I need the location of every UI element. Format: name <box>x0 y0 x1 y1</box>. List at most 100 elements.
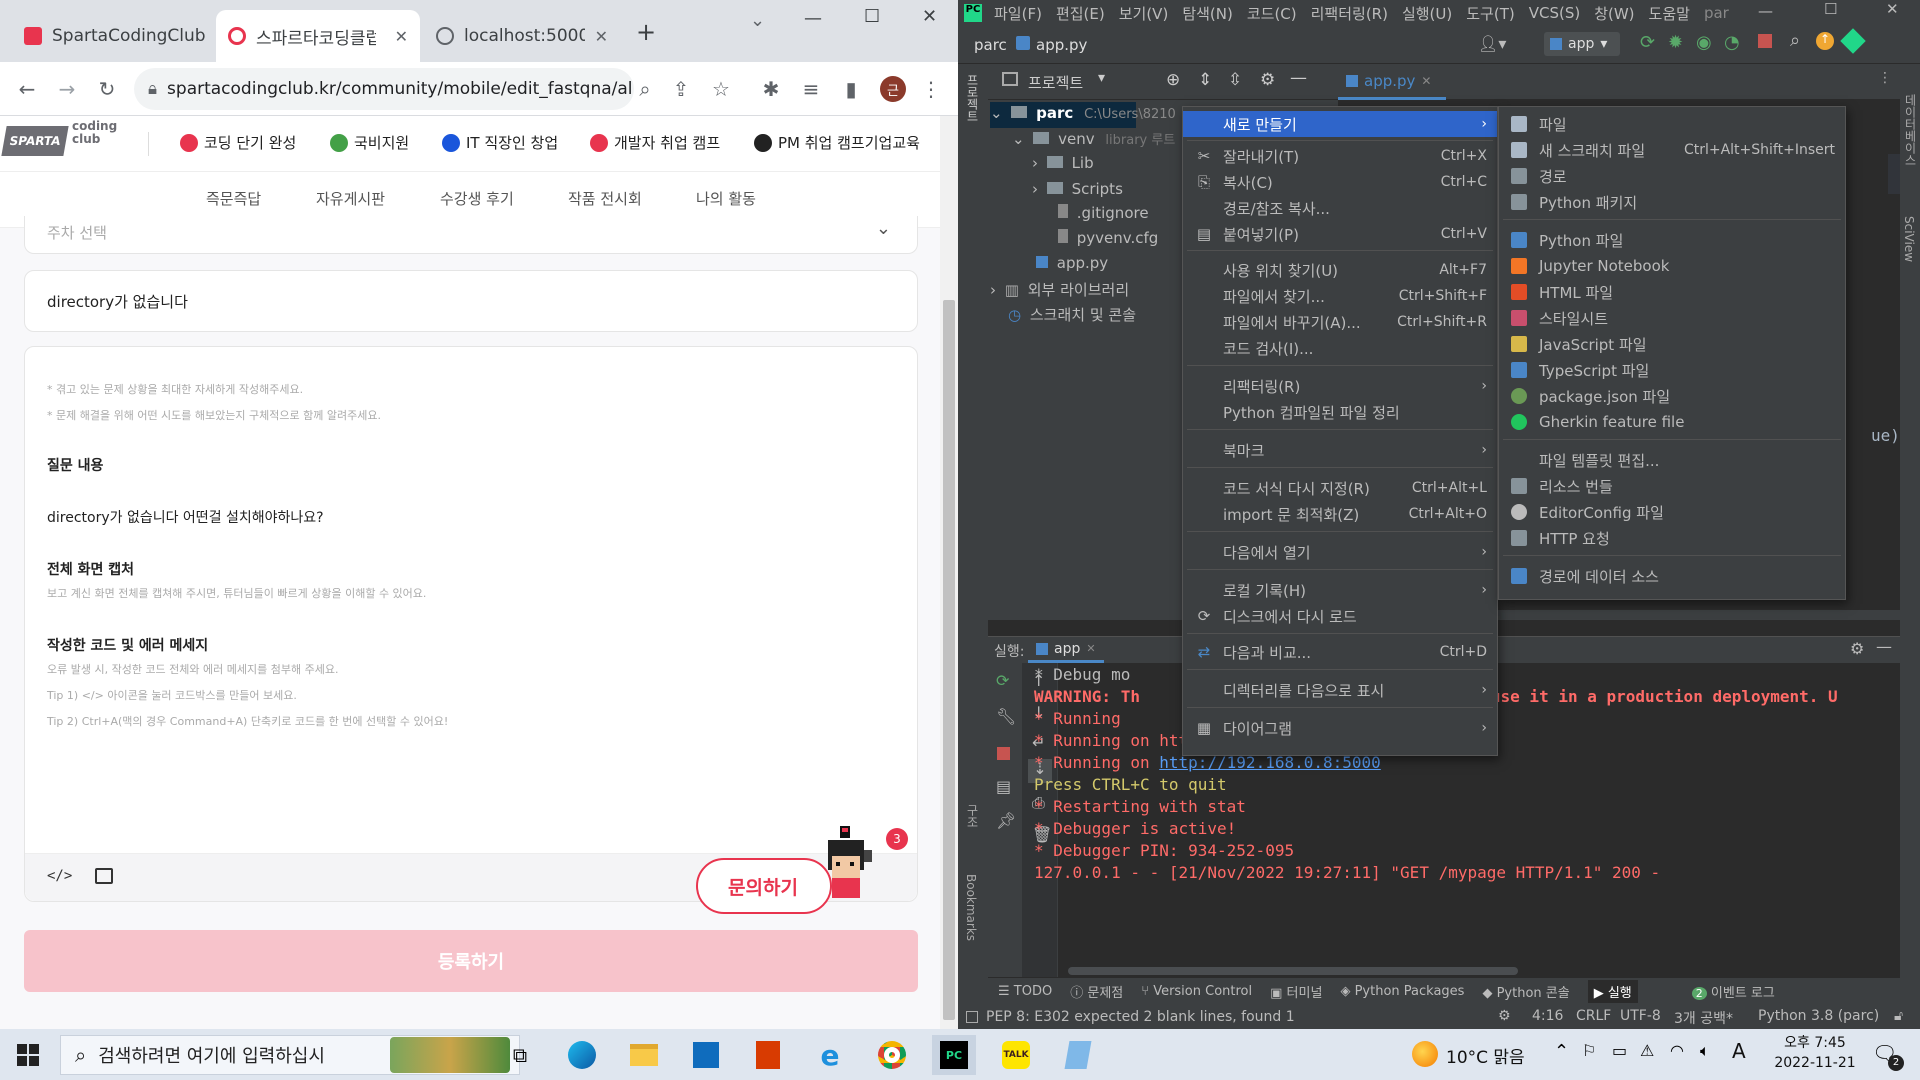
address-bar[interactable]: 🔒︎ spartacodingclub.kr/community/mobile/… <box>134 68 634 110</box>
star-icon[interactable]: ☆ <box>704 72 738 106</box>
search-icon[interactable]: ⌕ <box>628 72 662 106</box>
menu-item-open-in[interactable]: 다음에서 열기 › <box>1183 539 1497 565</box>
breadcrumb-file[interactable]: app.py <box>1036 36 1087 54</box>
tab-event-log[interactable]: 2 이벤트 로그 <box>1691 982 1775 1001</box>
forward-icon[interactable]: → <box>50 72 84 106</box>
menu-navigate[interactable]: 탐색(N) <box>1182 3 1233 24</box>
pin-icon[interactable]: 📌︎ <box>996 811 1016 830</box>
stop-icon[interactable] <box>997 747 1010 760</box>
subnav-my-activity[interactable]: 나의 활동 <box>696 188 756 209</box>
nav-it-startup[interactable]: IT 직장인 창업 <box>442 132 558 153</box>
database-tool-tab[interactable]: 데이터베이스 <box>1902 94 1919 166</box>
question-body[interactable]: directory가 없습니다 어떤걸 설치해야하나요? <box>47 507 324 527</box>
sciview-tool-tab[interactable]: SciView <box>1902 216 1916 262</box>
more-icon[interactable]: ⋮ <box>1878 70 1892 86</box>
file-encoding[interactable]: UTF-8 <box>1620 1008 1661 1024</box>
close-icon[interactable]: ✕ <box>1421 74 1431 88</box>
subnav-qna[interactable]: 즉문즉답 <box>206 188 261 209</box>
wrench-icon[interactable]: 🔧︎ <box>996 707 1016 726</box>
menu-item-inspect-code[interactable]: 코드 검사(I)... <box>1183 335 1497 361</box>
menu-item-new[interactable]: 새로 만들기 › <box>1183 111 1497 137</box>
tree-gitignore[interactable]: .gitignore <box>1054 204 1149 222</box>
close-window-icon[interactable]: ✕ <box>1886 0 1899 18</box>
search-icon[interactable]: ⌕ <box>1790 30 1800 51</box>
menu-run[interactable]: 실행(U) <box>1402 3 1452 24</box>
tree-lib[interactable]: › Lib <box>1032 154 1094 172</box>
menu-item-bookmarks[interactable]: 북마크 › <box>1183 437 1497 463</box>
store-icon[interactable] <box>684 1035 728 1075</box>
tree-app[interactable]: app.py <box>1032 254 1108 272</box>
file-explorer-icon[interactable] <box>622 1035 666 1075</box>
new-tab-button[interactable]: + <box>636 18 656 46</box>
input-method-indicator[interactable]: A <box>1732 1039 1746 1063</box>
pycharm-taskbar-icon[interactable]: PC <box>932 1035 976 1075</box>
new-javascript-file[interactable]: JavaScript 파일 <box>1499 331 1845 357</box>
wifi-icon[interactable]: ◠ <box>1670 1041 1684 1060</box>
week-select[interactable]: 주차 선택 ⌄ <box>24 216 918 254</box>
tab-python-packages[interactable]: ◈ Python Packages <box>1340 984 1464 999</box>
tab-terminal[interactable]: ▣ 터미널 <box>1270 982 1322 1001</box>
status-message[interactable]: PEP 8: E302 expected 2 blank lines, foun… <box>986 1009 1295 1025</box>
minimize-icon[interactable]: — <box>804 8 822 29</box>
chevron-down-icon[interactable]: ⌄ <box>750 10 765 31</box>
new-gherkin-feature[interactable]: Gherkin feature file <box>1499 409 1845 435</box>
kakaotalk-icon[interactable]: TALK <box>994 1035 1038 1075</box>
back-icon[interactable]: ← <box>10 72 44 106</box>
menu-item-find-in-files[interactable]: 파일에서 찾기... Ctrl+Shift+F <box>1183 283 1497 309</box>
new-python-file[interactable]: Python 파일 <box>1499 227 1845 253</box>
weather-text[interactable]: 10°C 맑음 <box>1446 1043 1525 1068</box>
office-icon[interactable] <box>746 1035 790 1075</box>
new-data-source-in-path[interactable]: 경로에 데이터 소스 <box>1499 563 1845 589</box>
locate-icon[interactable]: ⊕ <box>1166 70 1180 90</box>
tree-external-libs[interactable]: › ▥ 외부 라이브러리 <box>990 279 1129 300</box>
nav-dev-camp[interactable]: 개발자 취업 캠프 <box>590 132 720 153</box>
line-separator[interactable]: CRLF <box>1576 1008 1611 1024</box>
debug-icon[interactable]: ✹ <box>1668 32 1683 53</box>
tree-root[interactable]: ⌄ parc C:\Users\8210 <box>990 104 1176 122</box>
menu-window[interactable]: 창(W) <box>1594 3 1634 24</box>
gear-icon[interactable]: ⚙ <box>1260 70 1275 90</box>
menu-item-mark-directory[interactable]: 디렉터리를 다음으로 표시 › <box>1183 677 1497 703</box>
new-http-request[interactable]: HTTP 요청 <box>1499 525 1845 551</box>
tree-scripts[interactable]: › Scripts <box>1032 180 1123 198</box>
new-typescript-file[interactable]: TypeScript 파일 <box>1499 357 1845 383</box>
bookmarks-tool-tab[interactable]: Bookmarks <box>964 874 978 941</box>
new-file[interactable]: 파일 <box>1499 111 1845 137</box>
menu-item-copy[interactable]: ⎘ 복사(C) Ctrl+C <box>1183 169 1497 195</box>
menu-file[interactable]: 파일(F) <box>994 3 1042 24</box>
notepad-icon[interactable] <box>1056 1035 1100 1075</box>
rerun-icon[interactable]: ⟳ <box>996 671 1009 690</box>
new-html-file[interactable]: HTML 파일 <box>1499 279 1845 305</box>
code-block-icon[interactable]: </> <box>47 868 72 884</box>
menu-view[interactable]: 보기(V) <box>1119 3 1169 24</box>
title-input[interactable]: directory가 없습니다 <box>24 270 918 332</box>
chrome-tab-2[interactable]: 스파르타코딩클럽 ✕ <box>216 10 420 62</box>
weather-icon[interactable] <box>1412 1041 1438 1067</box>
menu-item-find-usages[interactable]: 사용 위치 찾기(U) Alt+F7 <box>1183 257 1497 283</box>
lock-icon[interactable]: 🔓︎ <box>1894 1008 1903 1024</box>
close-window-icon[interactable]: ✕ <box>922 6 937 27</box>
user-icon[interactable]: 👤︎▾ <box>1478 34 1506 53</box>
gear-icon[interactable]: ⚙ <box>1850 639 1864 658</box>
avatar[interactable]: 근 <box>880 76 906 102</box>
layout-icon[interactable]: ▤ <box>996 777 1011 796</box>
chrome-taskbar-icon[interactable] <box>870 1035 914 1075</box>
menu-code[interactable]: 코드(C) <box>1247 3 1297 24</box>
minimize-icon[interactable]: — <box>1758 2 1773 20</box>
volume-icon[interactable]: 🔈︎ <box>1700 1041 1710 1061</box>
tab-todo[interactable]: ☰ TODO <box>998 984 1052 999</box>
new-jupyter-notebook[interactable]: Jupyter Notebook <box>1499 253 1845 279</box>
menu-item-refactor[interactable]: 리팩터링(R) › <box>1183 373 1497 399</box>
nav-pm-camp[interactable]: PM 취업 캠프기업교육 <box>754 132 920 153</box>
subnav-free-board[interactable]: 자유게시판 <box>316 188 385 209</box>
menu-item-diagrams[interactable]: ▦ 다이어그램 › <box>1183 715 1497 741</box>
console-hscroll-thumb[interactable] <box>1068 967 1518 975</box>
new-python-package[interactable]: Python 패키지 <box>1499 189 1845 215</box>
tab-problems[interactable]: ⓘ 문제점 <box>1070 982 1123 1001</box>
structure-tool-tab[interactable]: 구조 <box>964 804 981 828</box>
side-panel-icon[interactable]: ▮ <box>834 72 868 106</box>
menu-item-reformat[interactable]: 코드 서식 다시 지정(R) Ctrl+Alt+L <box>1183 475 1497 501</box>
coverage-icon[interactable]: ◉ <box>1696 32 1712 53</box>
maximize-icon[interactable]: ☐ <box>864 6 880 27</box>
sparta-logo[interactable]: SPARTA <box>1 126 69 156</box>
